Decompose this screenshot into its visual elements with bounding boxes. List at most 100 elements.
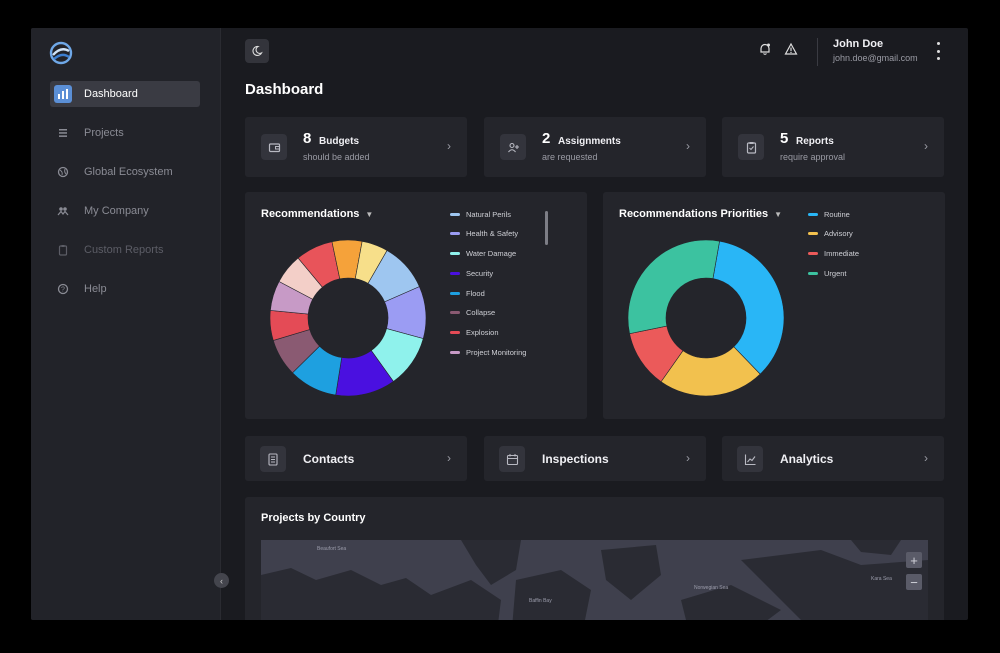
user-email: john.doe@gmail.com: [833, 53, 918, 63]
sidebar-item-label: Projects: [84, 127, 124, 139]
legend-swatch: [808, 271, 818, 275]
header-actions: [758, 40, 798, 62]
collapse-sidebar-button[interactable]: ‹: [214, 573, 229, 588]
legend-label: Explosion: [466, 328, 499, 338]
chevron-right-icon: ›: [924, 139, 928, 153]
donut-slice[interactable]: [628, 240, 720, 335]
stat-label: Assignments: [558, 136, 621, 147]
analytics-icon: [737, 446, 763, 472]
main-content: John Doe john.doe@gmail.com Dashboard 8 …: [221, 28, 968, 620]
map-label: Beaufort Sea: [317, 546, 347, 552]
recommendations-donut-chart: [270, 240, 426, 396]
sidebar-item-custom-reports[interactable]: Custom Reports: [50, 237, 200, 263]
legend-label: Security: [466, 268, 494, 278]
legend-swatch: [808, 232, 818, 236]
analytics-link[interactable]: Analytics ›: [722, 436, 944, 481]
globe-icon: [54, 163, 72, 181]
inspections-link[interactable]: Inspections ›: [484, 436, 706, 481]
legend-item[interactable]: Health & Safety: [450, 229, 526, 239]
legend-item[interactable]: Explosion: [450, 328, 526, 338]
legend-label: Water Damage: [466, 249, 517, 259]
legend-label: Natural Perils: [466, 209, 512, 219]
priorities-panel: Recommendations Priorities ▼ Routine Advi…: [603, 192, 945, 419]
recommendations-legend: Natural Perils Health & Safety Water Dam…: [450, 209, 526, 367]
sidebar-item-dashboard[interactable]: Dashboard: [50, 81, 200, 107]
warning-icon[interactable]: [784, 42, 798, 61]
legend-label: Immediate: [824, 249, 860, 259]
app-logo[interactable]: [48, 40, 74, 66]
stat-subtext: are requested: [542, 152, 598, 162]
app-window: Dashboard Projects Global Ecosystem My C…: [31, 28, 968, 620]
legend-item[interactable]: Security: [450, 268, 526, 278]
add-person-icon: [500, 134, 526, 160]
legend-label: Flood: [466, 288, 485, 298]
legend-label: Urgent: [824, 268, 847, 278]
sidebar-item-my-company[interactable]: My Company: [50, 198, 200, 224]
sidebar-item-help[interactable]: ? Help: [50, 276, 200, 302]
link-label: Contacts: [303, 452, 355, 466]
sidebar-item-label: My Company: [84, 205, 149, 217]
stat-subtext: require approval: [780, 152, 846, 162]
map-land: [261, 540, 928, 620]
legend-label: Collapse: [466, 308, 496, 318]
priorities-dropdown[interactable]: Recommendations Priorities ▼: [619, 208, 782, 220]
caret-down-icon: ▼: [774, 210, 783, 219]
legend-swatch: [450, 252, 460, 256]
sidebar: Dashboard Projects Global Ecosystem My C…: [31, 28, 221, 620]
legend-item[interactable]: Immediate: [808, 249, 859, 259]
recommendations-dropdown[interactable]: Recommendations ▼: [261, 208, 373, 220]
map-label: Baffin Bay: [529, 598, 552, 604]
calendar-icon: [499, 446, 525, 472]
sidebar-item-projects[interactable]: Projects: [50, 120, 200, 146]
legend-item[interactable]: Advisory: [808, 229, 859, 239]
legend-label: Health & Safety: [466, 229, 519, 239]
zoom-in-button[interactable]: +: [906, 552, 922, 568]
legend-item[interactable]: Urgent: [808, 268, 859, 278]
priorities-donut-chart: [628, 240, 784, 396]
zoom-out-button[interactable]: −: [906, 574, 922, 590]
bell-icon[interactable]: [758, 42, 772, 61]
stat-card-assignments[interactable]: 2 Assignments are requested ›: [484, 117, 706, 177]
projects-by-country-panel: Projects by Country Beaufort Sea Baffin …: [245, 497, 944, 620]
chevron-right-icon: ›: [686, 139, 690, 153]
legend-item[interactable]: Natural Perils: [450, 209, 526, 219]
stat-count: 8: [303, 130, 312, 147]
stat-count: 5: [780, 130, 789, 147]
wallet-icon: [261, 134, 287, 160]
theme-toggle-button[interactable]: [245, 39, 269, 63]
chevron-right-icon: ›: [447, 451, 451, 465]
legend-item[interactable]: Routine: [808, 209, 859, 219]
sidebar-item-label: Dashboard: [84, 88, 138, 100]
legend-item[interactable]: Flood: [450, 288, 526, 298]
user-menu[interactable]: John Doe john.doe@gmail.com: [833, 38, 918, 63]
sidebar-item-global-ecosystem[interactable]: Global Ecosystem: [50, 159, 200, 185]
legend-item[interactable]: Project Monitoring: [450, 348, 526, 358]
legend-swatch: [450, 271, 460, 275]
caret-down-icon: ▼: [365, 210, 374, 219]
world-map[interactable]: Beaufort Sea Baffin Bay Norwegian Sea Ka…: [261, 540, 928, 620]
legend-swatch: [450, 331, 460, 335]
more-options-icon[interactable]: [933, 42, 943, 60]
minus-icon: −: [910, 574, 918, 590]
panel-title: Recommendations Priorities: [619, 208, 769, 220]
link-label: Analytics: [780, 452, 834, 466]
page-title: Dashboard: [245, 81, 324, 98]
stat-label: Budgets: [319, 136, 359, 147]
map-label: Norwegian Sea: [694, 585, 729, 591]
stat-card-budgets[interactable]: 8 Budgets should be added ›: [245, 117, 467, 177]
list-icon: [54, 124, 72, 142]
legend-swatch: [450, 232, 460, 236]
legend-scrollbar[interactable]: [545, 211, 548, 245]
chevron-left-icon: ‹: [220, 575, 223, 586]
people-icon: [54, 202, 72, 220]
legend-item[interactable]: Collapse: [450, 308, 526, 318]
stat-card-reports[interactable]: 5 Reports require approval ›: [722, 117, 944, 177]
sidebar-nav: Dashboard Projects Global Ecosystem My C…: [50, 81, 200, 315]
legend-item[interactable]: Water Damage: [450, 249, 526, 259]
plus-icon: +: [910, 552, 918, 568]
sidebar-item-label: Global Ecosystem: [84, 166, 173, 178]
contacts-link[interactable]: Contacts ›: [245, 436, 467, 481]
stat-subtext: should be added: [303, 152, 370, 162]
legend-swatch: [450, 291, 460, 295]
legend-swatch: [450, 212, 460, 216]
